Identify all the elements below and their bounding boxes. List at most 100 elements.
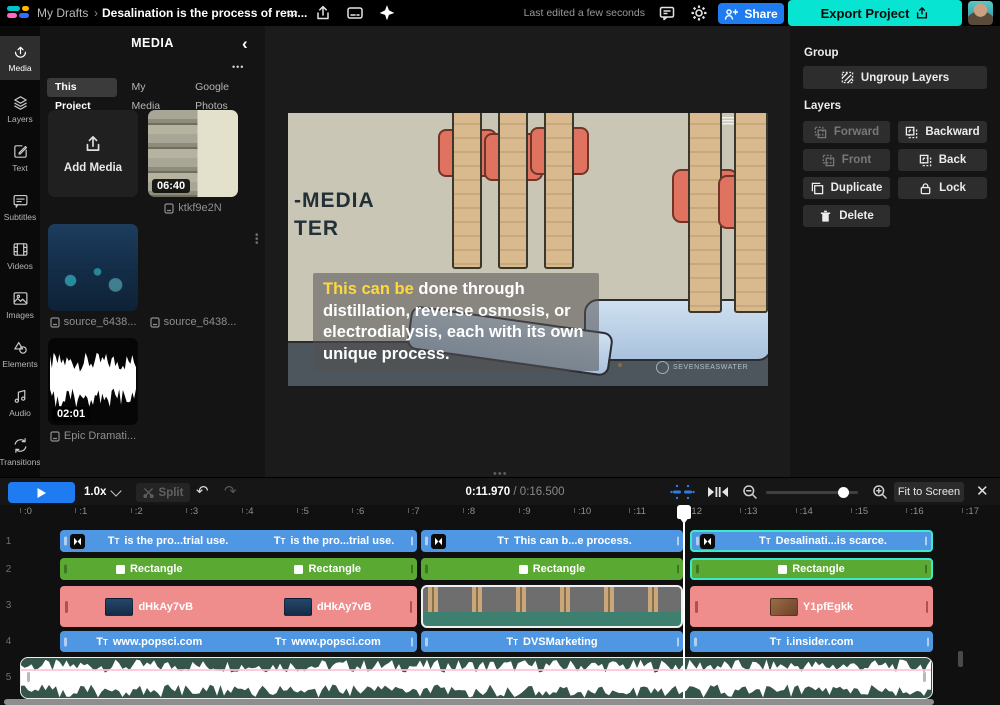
clip-trim-handle[interactable]	[696, 536, 699, 546]
lock-button[interactable]: Lock	[898, 177, 987, 199]
upload-icon[interactable]	[314, 4, 332, 22]
media-thumbnail-image-1[interactable]	[48, 224, 138, 311]
timeline-zoom-slider[interactable]	[766, 486, 858, 498]
clip-trim-handle[interactable]	[695, 600, 698, 613]
subtitle-clip[interactable]: T Tis the pro...trial use. T Tis the pro..…	[60, 530, 417, 552]
sparkle-icon[interactable]	[378, 4, 396, 22]
zoom-out-icon[interactable]	[742, 484, 758, 500]
subtitle-clip-selected[interactable]: T T Desalinati...is scarce.	[690, 530, 933, 552]
comments-icon[interactable]	[658, 4, 676, 22]
audio-clip-selected[interactable]	[20, 657, 933, 699]
sidebar-item-images[interactable]: Images	[0, 283, 40, 327]
zoom-slider-thumb[interactable]	[838, 486, 849, 498]
clip-trim-handle[interactable]	[64, 637, 67, 646]
clip-trim-handle[interactable]	[694, 637, 697, 646]
clip-trim-handle[interactable]	[425, 536, 428, 546]
settings-gear-icon[interactable]	[690, 4, 708, 22]
text-clip[interactable]: T Twww.popsci.com T Twww.popsci.com	[60, 631, 417, 652]
jump-to-edges-icon[interactable]	[706, 485, 730, 499]
zoom-in-icon[interactable]	[872, 484, 888, 500]
clip-trim-handle[interactable]	[926, 637, 929, 646]
media-thumbnail-audio[interactable]: 02:01	[48, 338, 138, 425]
split-button[interactable]: Split	[136, 483, 190, 502]
sidebar-item-audio[interactable]: Audio	[0, 381, 40, 425]
kapwing-logo[interactable]	[7, 5, 29, 21]
timeline-ruler[interactable]: :0:1:2:3:4:5:6:7:8:9:10:11:12:13:14:15:1…	[0, 505, 1000, 527]
back-button[interactable]: Back	[898, 149, 987, 171]
clip-trim-handle[interactable]	[65, 600, 68, 613]
play-button[interactable]	[8, 482, 75, 503]
clip-trim-handle[interactable]	[410, 564, 413, 574]
timeline-horizontal-scrollbar[interactable]	[4, 699, 934, 705]
redo-icon[interactable]: ↷	[224, 478, 237, 506]
duplicate-button[interactable]: Duplicate	[803, 177, 890, 199]
playhead-line[interactable]	[683, 523, 685, 701]
sidebar-item-transitions[interactable]: Transitions	[0, 430, 41, 474]
fit-to-screen-button[interactable]: Fit to Screen	[894, 482, 964, 502]
sidebar-item-media[interactable]: Media	[0, 36, 40, 80]
media-thumbnail-image-2[interactable]	[148, 224, 238, 311]
text-clip[interactable]: T Ti.insider.com	[690, 631, 933, 652]
rectangle-clip[interactable]: Rectangle	[421, 558, 683, 580]
tab-this-project[interactable]: This Project	[47, 78, 117, 112]
backward-button[interactable]: Backward	[898, 121, 987, 143]
tab-my-media[interactable]: My Media	[124, 78, 181, 112]
rectangle-clip[interactable]: Rectangle Rectangle	[60, 558, 417, 580]
transition-icon[interactable]	[700, 533, 715, 549]
subtitle-clip[interactable]: T T This can b...e process.	[421, 530, 683, 552]
add-media-button[interactable]: Add Media	[48, 110, 138, 197]
sidebar-item-videos[interactable]: Videos	[0, 234, 40, 278]
clip-trim-handle[interactable]	[409, 600, 412, 613]
clip-trim-handle[interactable]	[64, 564, 67, 574]
subtitle-caption-layer[interactable]: This can be done through distillation, r…	[313, 273, 599, 371]
clip-trim-handle[interactable]	[925, 600, 928, 613]
timeline-snap-toggle-icon[interactable]	[670, 484, 695, 500]
timeline-vertical-scrollbar[interactable]	[958, 651, 963, 667]
sidebar-item-text[interactable]: Text	[0, 136, 40, 180]
video-clip-selected[interactable]	[421, 585, 683, 628]
volume-line[interactable]	[21, 669, 931, 671]
sidebar-item-layers[interactable]: Layers	[0, 87, 40, 131]
playback-speed-dropdown[interactable]: 1.0x	[84, 478, 123, 506]
clip-trim-handle[interactable]	[696, 564, 699, 574]
back-icon	[919, 154, 932, 166]
export-project-button[interactable]: Export Project	[788, 0, 962, 26]
sidebar-item-elements[interactable]: Elements	[0, 332, 40, 376]
captions-icon[interactable]	[346, 4, 364, 22]
undo-icon[interactable]: ↶	[196, 478, 209, 506]
video-canvas[interactable]: -MEDIA TER SEVENSEASWATER This can be do…	[288, 113, 768, 386]
media-thumbnail-video[interactable]: 06:40	[148, 110, 238, 197]
panel-menu-dots-icon[interactable]: •••	[232, 62, 244, 72]
close-timeline-icon[interactable]: ✕	[976, 478, 989, 506]
forward-button[interactable]: Forward	[803, 121, 890, 143]
transition-icon[interactable]	[431, 533, 446, 549]
clip-trim-handle[interactable]	[924, 536, 927, 546]
panel-resize-handle[interactable]: • • •	[255, 231, 259, 249]
image-clip[interactable]: Y1pfEgkk	[690, 586, 933, 627]
delete-button[interactable]: Delete	[803, 205, 890, 227]
rectangle-clip-selected[interactable]: Rectangle	[690, 558, 933, 580]
breadcrumb[interactable]: My Drafts	[37, 0, 88, 26]
audio-handle[interactable]	[923, 672, 926, 682]
image-clip[interactable]: dHkAy7vB dHkAy7vB	[60, 586, 417, 627]
clip-trim-handle[interactable]	[676, 536, 679, 546]
user-avatar[interactable]	[968, 1, 993, 25]
front-button[interactable]: Front	[803, 149, 890, 171]
audio-handle[interactable]	[27, 672, 30, 682]
clip-trim-handle[interactable]	[425, 637, 428, 646]
ungroup-layers-button[interactable]: Ungroup Layers	[803, 66, 987, 89]
sidebar-item-subtitles[interactable]: Subtitles	[0, 185, 40, 229]
clip-trim-handle[interactable]	[425, 564, 428, 574]
project-title[interactable]: Desalination is the process of rem...	[102, 0, 307, 26]
clip-trim-handle[interactable]	[676, 637, 679, 646]
clip-trim-handle[interactable]	[410, 637, 413, 646]
tab-google-photos[interactable]: Google Photos	[187, 78, 265, 112]
text-clip[interactable]: T T DVSMarketing	[421, 631, 683, 652]
transition-icon[interactable]	[70, 533, 85, 549]
share-button[interactable]: Share	[718, 3, 784, 24]
clip-trim-handle[interactable]	[676, 564, 679, 574]
collapse-panel-chevron-icon[interactable]: ‹	[242, 34, 248, 54]
clip-trim-handle[interactable]	[64, 536, 67, 546]
clip-trim-handle[interactable]	[924, 564, 927, 574]
clip-trim-handle[interactable]	[410, 536, 413, 546]
